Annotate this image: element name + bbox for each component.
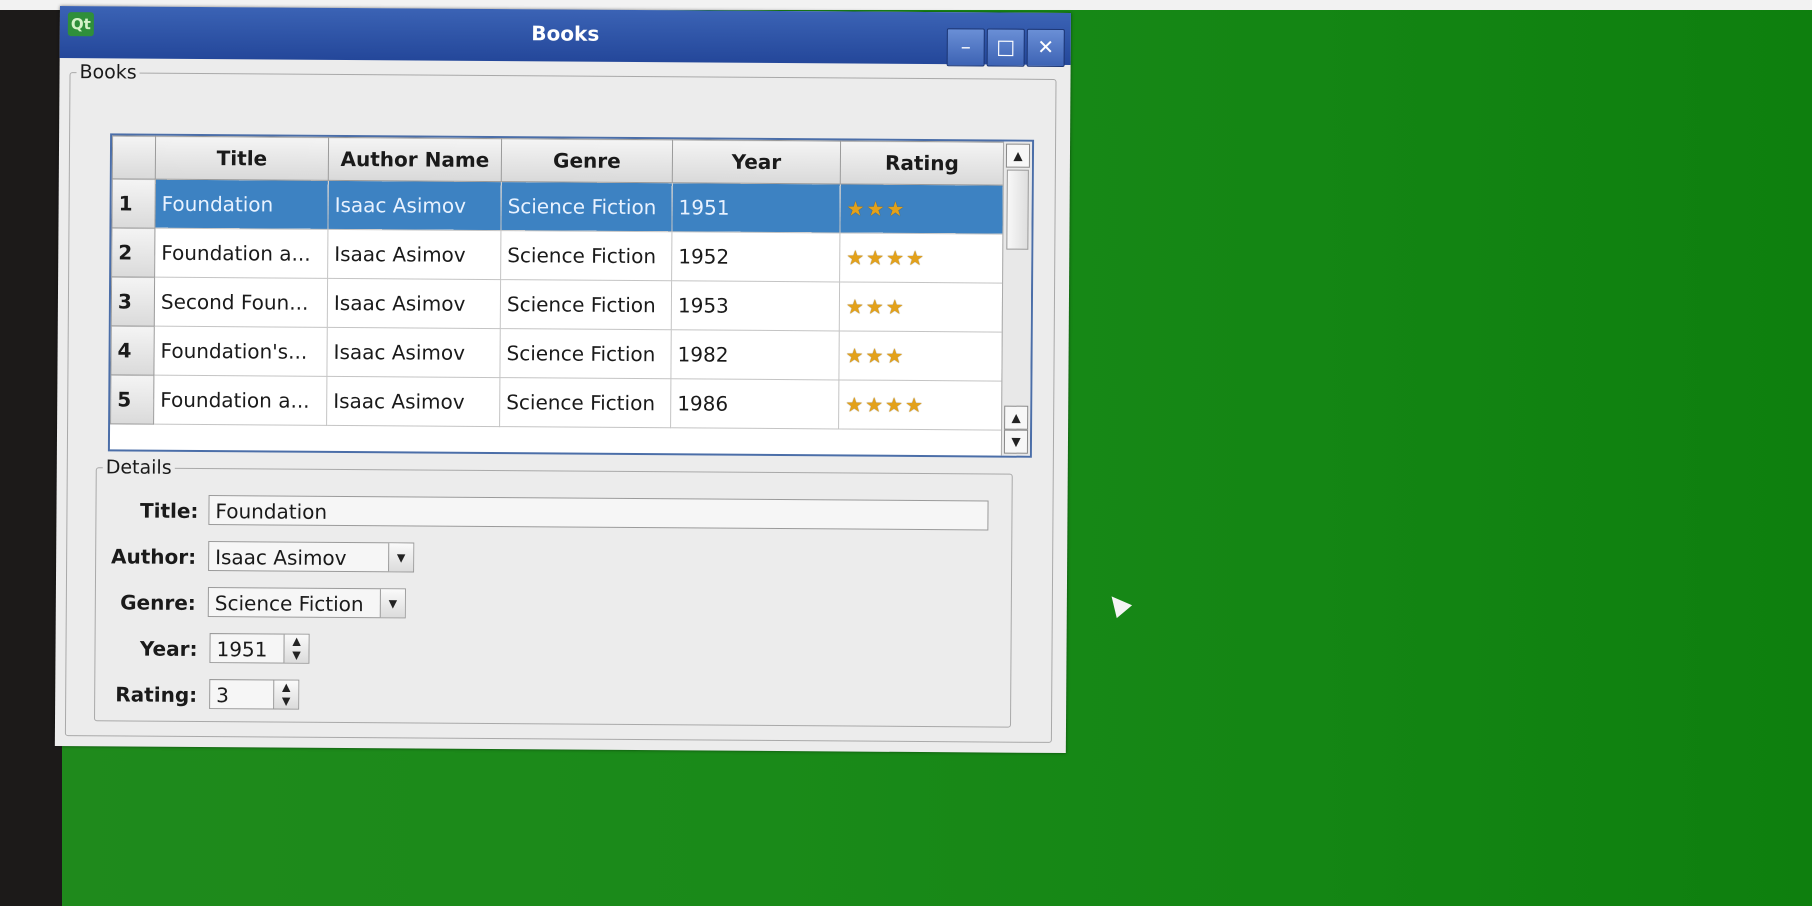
star-icon: ★ bbox=[845, 392, 864, 417]
cell-genre[interactable]: Science Fiction bbox=[500, 279, 672, 330]
cell-rating[interactable]: ★★★★ bbox=[838, 379, 1002, 431]
scroll-up-arrow-bottom-icon[interactable]: ▲ bbox=[1004, 405, 1029, 430]
star-icon: ★ bbox=[845, 343, 864, 368]
spin-down-icon[interactable]: ▼ bbox=[274, 695, 298, 709]
cell-genre[interactable]: Science Fiction bbox=[499, 377, 671, 428]
year-label: Year: bbox=[139, 636, 198, 661]
star-icon: ★ bbox=[865, 392, 884, 417]
minimize-button[interactable]: – bbox=[946, 28, 985, 67]
cell-title[interactable]: Foundation a... bbox=[153, 375, 327, 426]
cell-author[interactable]: Isaac Asimov bbox=[326, 327, 501, 378]
cell-author[interactable]: Isaac Asimov bbox=[326, 376, 500, 427]
books-window: Qt Books – □ ✕ Books Title Author Name G… bbox=[54, 6, 1071, 754]
cell-title[interactable]: Foundation a... bbox=[154, 228, 328, 279]
scroll-down-arrow-icon[interactable]: ▼ bbox=[1003, 429, 1029, 454]
row-number[interactable]: 4 bbox=[110, 325, 155, 376]
row-number[interactable]: 5 bbox=[110, 374, 154, 425]
rating-spinbox-value: 3 bbox=[216, 683, 230, 708]
column-header-genre[interactable]: Genre bbox=[501, 138, 673, 183]
cell-genre[interactable]: Science Fiction bbox=[500, 181, 673, 232]
rating-spin-arrows[interactable]: ▲ ▼ bbox=[273, 680, 299, 709]
year-spinbox-value: 1951 bbox=[216, 637, 268, 662]
cell-year[interactable]: 1986 bbox=[670, 378, 839, 429]
star-icon: ★ bbox=[845, 294, 864, 319]
rating-spinbox[interactable]: 3 ▲ ▼ bbox=[209, 679, 300, 710]
cell-title[interactable]: Foundation bbox=[154, 179, 329, 230]
table-header-row: Title Author Name Genre Year Rating bbox=[112, 135, 1004, 186]
table-row[interactable]: 2 Foundation a... Isaac Asimov Science Fict… bbox=[111, 227, 1003, 284]
author-combobox[interactable]: Isaac Asimov ▼ bbox=[208, 541, 415, 573]
genre-label: Genre: bbox=[120, 590, 196, 615]
scrollbar-thumb[interactable] bbox=[1006, 169, 1029, 250]
cell-author[interactable]: Isaac Asimov bbox=[327, 278, 501, 329]
column-header-rating[interactable]: Rating bbox=[840, 140, 1004, 186]
scroll-up-arrow-icon[interactable]: ▲ bbox=[1005, 143, 1031, 168]
year-spinbox[interactable]: 1951 ▲ ▼ bbox=[209, 633, 310, 664]
window-title: Books bbox=[531, 21, 600, 46]
title-field[interactable]: Foundation bbox=[208, 495, 989, 531]
star-icon: ★ bbox=[866, 196, 885, 221]
cell-rating[interactable]: ★★★ bbox=[839, 183, 1004, 235]
close-button[interactable]: ✕ bbox=[1026, 28, 1065, 68]
column-header-title[interactable]: Title bbox=[155, 136, 329, 181]
star-icon: ★ bbox=[885, 294, 904, 319]
star-icon: ★ bbox=[885, 343, 904, 368]
cell-rating[interactable]: ★★★★ bbox=[839, 232, 1003, 284]
rating-label: Rating: bbox=[115, 682, 198, 707]
cell-title[interactable]: Second Foun... bbox=[154, 277, 328, 328]
star-icon: ★ bbox=[865, 343, 884, 368]
star-icon: ★ bbox=[846, 196, 865, 221]
cell-year[interactable]: 1952 bbox=[671, 231, 840, 282]
spin-up-icon[interactable]: ▲ bbox=[285, 635, 309, 649]
author-combobox-value: Isaac Asimov bbox=[215, 545, 347, 571]
title-label: Title: bbox=[139, 498, 199, 523]
corner-header[interactable] bbox=[112, 135, 156, 180]
cell-genre[interactable]: Science Fiction bbox=[500, 230, 672, 281]
books-table[interactable]: Title Author Name Genre Year Rating 1 Fou… bbox=[107, 133, 1035, 458]
chevron-down-icon[interactable]: ▼ bbox=[379, 589, 405, 618]
cell-title[interactable]: Foundation's... bbox=[153, 326, 328, 377]
cell-year[interactable]: 1982 bbox=[670, 329, 840, 380]
details-group: Details Title: Foundation Author: Isaac … bbox=[94, 456, 1013, 728]
books-group-label: Books bbox=[76, 61, 140, 84]
row-number[interactable]: 1 bbox=[111, 178, 156, 229]
year-spin-arrows[interactable]: ▲ ▼ bbox=[283, 634, 309, 663]
spin-up-icon[interactable]: ▲ bbox=[274, 681, 298, 695]
cell-year[interactable]: 1951 bbox=[671, 182, 841, 233]
column-header-year[interactable]: Year bbox=[672, 139, 841, 184]
table-row[interactable]: 3 Second Foun... Isaac Asimov Science Ficti… bbox=[111, 276, 1003, 333]
author-label: Author: bbox=[110, 544, 197, 569]
cell-genre[interactable]: Science Fiction bbox=[499, 328, 672, 379]
star-icon: ★ bbox=[886, 196, 905, 221]
cell-rating[interactable]: ★★★ bbox=[838, 330, 1003, 382]
details-group-label: Details bbox=[102, 456, 175, 479]
column-header-author[interactable]: Author Name bbox=[328, 137, 502, 182]
star-icon: ★ bbox=[905, 245, 925, 271]
star-icon: ★ bbox=[885, 392, 904, 417]
title-bar[interactable]: Qt Books – □ ✕ bbox=[59, 6, 1071, 68]
cell-rating[interactable]: ★★★ bbox=[839, 281, 1003, 333]
genre-combobox[interactable]: Science Fiction ▼ bbox=[207, 587, 406, 619]
cell-author[interactable]: Isaac Asimov bbox=[327, 229, 501, 280]
spin-down-icon[interactable]: ▼ bbox=[284, 649, 308, 663]
table-row[interactable]: 5 Foundation a... Isaac Asimov Science Fict… bbox=[110, 374, 1002, 431]
chevron-down-icon[interactable]: ▼ bbox=[388, 543, 414, 572]
cell-author[interactable]: Isaac Asimov bbox=[327, 180, 502, 231]
table-row[interactable]: 1 Foundation Isaac Asimov Science Fiction 19… bbox=[111, 178, 1004, 235]
maximize-button[interactable]: □ bbox=[986, 28, 1025, 67]
star-icon: ★ bbox=[846, 245, 865, 270]
cell-year[interactable]: 1953 bbox=[671, 280, 840, 331]
star-icon: ★ bbox=[866, 245, 885, 270]
table-row[interactable]: 4 Foundation's... Isaac Asimov Science Fict… bbox=[110, 325, 1003, 382]
genre-combobox-value: Science Fiction bbox=[214, 591, 364, 617]
star-icon: ★ bbox=[886, 245, 905, 270]
table-vertical-scrollbar[interactable]: ▲ ▲ ▼ bbox=[1000, 141, 1033, 456]
star-icon: ★ bbox=[865, 294, 884, 319]
row-number[interactable]: 3 bbox=[111, 276, 155, 327]
row-number[interactable]: 2 bbox=[111, 227, 155, 278]
books-group: Books Title Author Name Genre Year Ratin… bbox=[64, 61, 1057, 743]
star-icon: ★ bbox=[904, 392, 924, 418]
